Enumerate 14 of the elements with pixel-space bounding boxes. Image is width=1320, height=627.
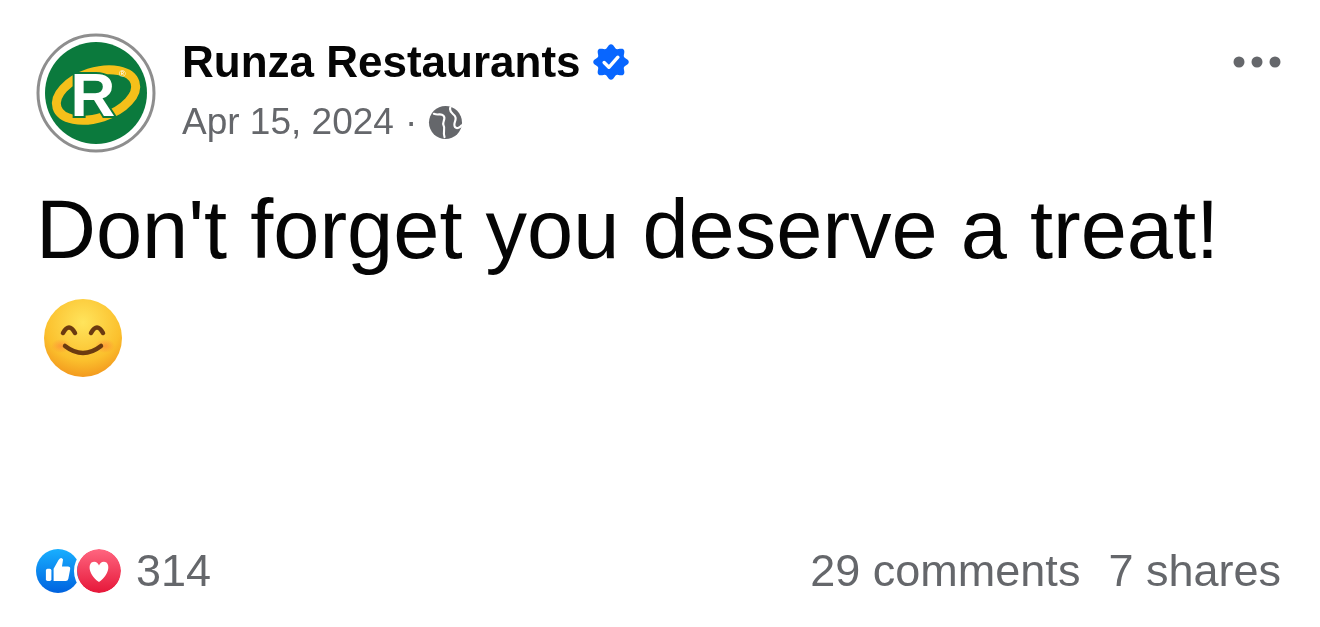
comments-link[interactable]: 29 comments: [810, 545, 1081, 597]
registered-mark: ®: [119, 69, 126, 79]
logo-avatar[interactable]: R®: [36, 33, 156, 153]
post-text: Don't forget you deserve a treat!: [36, 182, 1221, 277]
love-reaction-icon: [74, 546, 124, 596]
post-date[interactable]: Apr 15, 2024: [182, 99, 394, 145]
more-options-icon[interactable]: [1233, 56, 1281, 68]
reaction-count[interactable]: 314: [136, 545, 212, 597]
separator-dot: ·: [404, 100, 418, 144]
page-name[interactable]: Runza Restaurants: [182, 37, 581, 87]
smiling-face-icon: [43, 298, 123, 378]
logo-letter: R: [70, 60, 116, 129]
globe-icon: [428, 104, 464, 140]
shares-link[interactable]: 7 shares: [1108, 545, 1281, 597]
